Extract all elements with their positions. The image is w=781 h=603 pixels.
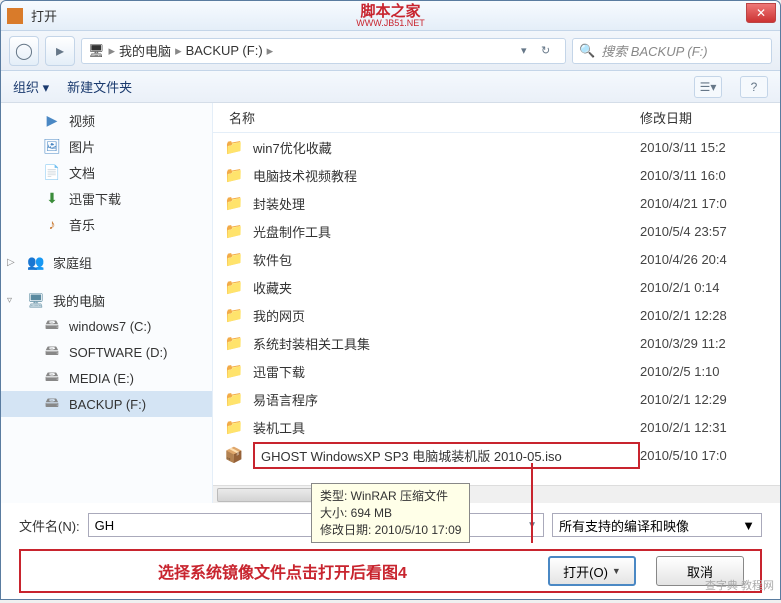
folder-icon: 📁 xyxy=(225,222,243,240)
file-row[interactable]: 📁系统封装相关工具集2010/3/29 11:2 xyxy=(213,329,780,357)
close-button[interactable]: ✕ xyxy=(746,3,776,23)
watermark-sub: WWW.JB51.NET xyxy=(356,19,425,28)
sidebar-item-computer[interactable]: ▿🖥我的电脑 xyxy=(1,287,212,313)
folder-icon: 📁 xyxy=(225,390,243,408)
folder-icon: 📁 xyxy=(225,334,243,352)
file-row[interactable]: 📁电脑技术视频教程2010/3/11 16:0 xyxy=(213,161,780,189)
sidebar-item-pictures[interactable]: 🖼图片 xyxy=(1,133,212,159)
watermark-main: 脚本之家 xyxy=(356,4,425,19)
folder-icon: 📁 xyxy=(225,306,243,324)
annotation-box: 选择系统镜像文件点击打开后看图4 打开(O)▼ 取消 xyxy=(19,549,762,593)
file-open-dialog: 打开 脚本之家 WWW.JB51.NET ✕ ◯ ▸ 🖥 ▸ 我的电脑 ▸ BA… xyxy=(0,0,781,600)
window-title: 打开 xyxy=(31,6,57,25)
organize-menu[interactable]: 组织 ▾ xyxy=(13,77,49,96)
sidebar-item-drive-d[interactable]: 🖴SOFTWARE (D:) xyxy=(1,339,212,365)
documents-icon: 📄 xyxy=(43,163,61,181)
drive-icon: 🖴 xyxy=(43,369,61,387)
chevron-down-icon: ▼ xyxy=(612,566,621,576)
chevron-down-icon[interactable]: ▼ xyxy=(742,518,755,533)
forward-button[interactable]: ▸ xyxy=(45,36,75,66)
sidebar-item-downloads[interactable]: ⬇迅雷下载 xyxy=(1,185,212,211)
toolbar: 组织 ▾ 新建文件夹 ☰▾ ? xyxy=(1,71,780,103)
breadcrumb-item[interactable]: 我的电脑 xyxy=(119,41,171,60)
open-button[interactable]: 打开(O)▼ xyxy=(548,556,636,586)
caret-icon: ▷ xyxy=(7,257,19,268)
drive-icon: 🖴 xyxy=(43,317,61,335)
computer-icon: 🖥 xyxy=(27,291,45,309)
column-date[interactable]: 修改日期 xyxy=(640,108,780,127)
title-buttons: ✕ xyxy=(746,3,776,23)
app-icon xyxy=(7,8,23,24)
filename-label: 文件名(N): xyxy=(19,516,80,535)
new-folder-button[interactable]: 新建文件夹 xyxy=(67,77,132,96)
breadcrumb-item[interactable]: BACKUP (F:) xyxy=(186,43,263,58)
file-list: 📁win7优化收藏2010/3/11 15:2 📁电脑技术视频教程2010/3/… xyxy=(213,133,780,485)
file-list-area: 名称 修改日期 📁win7优化收藏2010/3/11 15:2 📁电脑技术视频教… xyxy=(213,103,780,503)
view-button[interactable]: ☰▾ xyxy=(694,76,722,98)
folder-icon: 📁 xyxy=(225,250,243,268)
tooltip-size: 大小: 694 MB xyxy=(320,505,461,522)
filetype-filter[interactable]: 所有支持的编译和映像 ▼ xyxy=(552,513,762,537)
music-icon: ♪ xyxy=(43,215,61,233)
folder-icon: 📁 xyxy=(225,194,243,212)
nav-bar: ◯ ▸ 🖥 ▸ 我的电脑 ▸ BACKUP (F:) ▸ ▾↻ 🔍 搜索 BAC… xyxy=(1,31,780,71)
caret-icon: ▿ xyxy=(7,295,19,306)
corner-watermark: 查字典 教程网 xyxy=(705,577,774,593)
sidebar: ▶视频 🖼图片 📄文档 ⬇迅雷下载 ♪音乐 ▷👥家庭组 ▿🖥我的电脑 🖴wind… xyxy=(1,103,213,503)
file-row[interactable]: 📁封装处理2010/4/21 17:0 xyxy=(213,189,780,217)
sidebar-item-drive-f[interactable]: 🖴BACKUP (F:) xyxy=(1,391,212,417)
back-button[interactable]: ◯ xyxy=(9,36,39,66)
file-list-header: 名称 修改日期 xyxy=(213,103,780,133)
file-row[interactable]: 📁易语言程序2010/2/1 12:29 xyxy=(213,385,780,413)
file-row[interactable]: 📁我的网页2010/2/1 12:28 xyxy=(213,301,780,329)
column-name[interactable]: 名称 xyxy=(213,108,640,127)
sidebar-item-documents[interactable]: 📄文档 xyxy=(1,159,212,185)
content-area: ▶视频 🖼图片 📄文档 ⬇迅雷下载 ♪音乐 ▷👥家庭组 ▿🖥我的电脑 🖴wind… xyxy=(1,103,780,503)
folder-icon: 📁 xyxy=(225,362,243,380)
drive-icon: 🖴 xyxy=(43,395,61,413)
folder-icon: 📁 xyxy=(225,138,243,156)
sidebar-item-video[interactable]: ▶视频 xyxy=(1,107,212,133)
horizontal-scrollbar[interactable] xyxy=(213,485,780,503)
sidebar-item-homegroup[interactable]: ▷👥家庭组 xyxy=(1,249,212,275)
tooltip-modified: 修改日期: 2010/5/10 17:09 xyxy=(320,522,461,539)
breadcrumb-dropdown[interactable]: ▾↻ xyxy=(521,44,559,57)
file-row[interactable]: 📁光盘制作工具2010/5/4 23:57 xyxy=(213,217,780,245)
breadcrumb-sep-icon: ▸ xyxy=(109,43,116,59)
sidebar-item-music[interactable]: ♪音乐 xyxy=(1,211,212,237)
breadcrumb-sep-icon: ▸ xyxy=(175,43,182,59)
watermark: 脚本之家 WWW.JB51.NET xyxy=(356,4,425,28)
tooltip-type: 类型: WinRAR 压缩文件 xyxy=(320,488,461,505)
search-input[interactable]: 🔍 搜索 BACKUP (F:) xyxy=(572,38,772,64)
breadcrumb[interactable]: 🖥 ▸ 我的电脑 ▸ BACKUP (F:) ▸ ▾↻ xyxy=(81,38,566,64)
pictures-icon: 🖼 xyxy=(43,137,61,155)
search-icon: 🔍 xyxy=(579,43,595,59)
annotation-line xyxy=(531,463,533,543)
file-row[interactable]: 📁win7优化收藏2010/3/11 15:2 xyxy=(213,133,780,161)
homegroup-icon: 👥 xyxy=(27,253,45,271)
drive-icon: 🖴 xyxy=(43,343,61,361)
file-row-selected[interactable]: 📦GHOST WindowsXP SP3 电脑城装机版 2010-05.iso2… xyxy=(213,441,780,469)
annotation-text: 选择系统镜像文件点击打开后看图4 xyxy=(37,559,528,583)
iso-icon: 📦 xyxy=(225,446,243,464)
file-row[interactable]: 📁装机工具2010/2/1 12:31 xyxy=(213,413,780,441)
video-icon: ▶ xyxy=(43,111,61,129)
folder-icon: 📁 xyxy=(225,418,243,436)
titlebar: 打开 脚本之家 WWW.JB51.NET ✕ xyxy=(1,1,780,31)
file-tooltip: 类型: WinRAR 压缩文件 大小: 694 MB 修改日期: 2010/5/… xyxy=(311,483,470,543)
help-button[interactable]: ? xyxy=(740,76,768,98)
folder-icon: 📁 xyxy=(225,278,243,296)
breadcrumb-sep-icon: ▸ xyxy=(267,43,274,59)
computer-icon: 🖥 xyxy=(88,43,105,59)
file-row[interactable]: 📁软件包2010/4/26 20:4 xyxy=(213,245,780,273)
file-row[interactable]: 📁迅雷下载2010/2/5 1:10 xyxy=(213,357,780,385)
sidebar-item-drive-e[interactable]: 🖴MEDIA (E:) xyxy=(1,365,212,391)
search-placeholder: 搜索 BACKUP (F:) xyxy=(601,41,707,60)
folder-icon: 📁 xyxy=(225,166,243,184)
download-icon: ⬇ xyxy=(43,189,61,207)
sidebar-item-drive-c[interactable]: 🖴windows7 (C:) xyxy=(1,313,212,339)
file-row[interactable]: 📁收藏夹2010/2/1 0:14 xyxy=(213,273,780,301)
